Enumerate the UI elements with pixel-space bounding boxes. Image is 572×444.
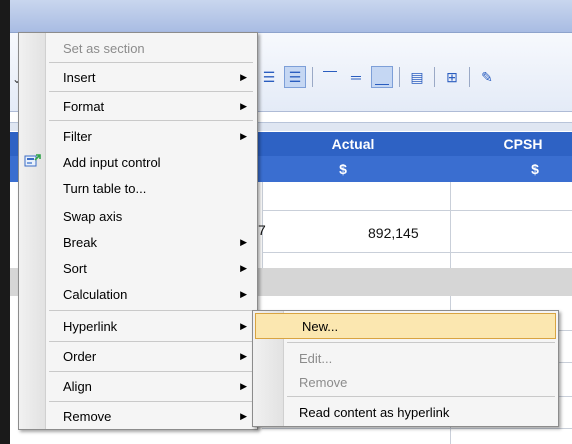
submenu-arrow-icon: ▶ bbox=[240, 262, 247, 273]
menu-separator bbox=[287, 342, 555, 343]
menu-item-label: Insert bbox=[63, 69, 96, 85]
menu-item-break[interactable]: Break ▶ bbox=[19, 229, 257, 255]
hyperlink-submenu: New... Edit... Remove Read content as hy… bbox=[252, 310, 559, 427]
row-divider bbox=[262, 428, 572, 429]
menu-item-label: Hyperlink bbox=[63, 318, 118, 334]
menu-item-filter[interactable]: Filter ▶ bbox=[19, 123, 257, 149]
context-menu: Set as section Insert ▶ Format ▶ Filter … bbox=[18, 32, 258, 430]
menu-item-calculation[interactable]: Calculation ▶ bbox=[19, 281, 257, 307]
submenu-item-new[interactable]: New... bbox=[255, 313, 556, 339]
wrap-text-icon[interactable]: ▤ bbox=[406, 66, 428, 88]
menu-separator bbox=[49, 91, 253, 92]
menu-item-order[interactable]: Order ▶ bbox=[19, 343, 257, 369]
toolbar-separator bbox=[469, 67, 470, 87]
table-cell-actual[interactable]: 892,145 bbox=[368, 225, 419, 241]
menu-item-set-as-section: Set as section bbox=[19, 35, 257, 61]
submenu-item-edit: Edit... bbox=[253, 345, 558, 371]
menu-separator bbox=[49, 62, 253, 63]
menu-item-label: Filter bbox=[63, 128, 92, 144]
valign-top-icon[interactable]: ⎺ bbox=[319, 66, 341, 88]
submenu-item-label: Remove bbox=[299, 374, 348, 390]
menu-separator bbox=[49, 310, 253, 311]
menu-item-label: Swap axis bbox=[63, 208, 123, 224]
submenu-arrow-icon: ▶ bbox=[240, 380, 247, 391]
row-divider bbox=[262, 210, 572, 211]
menu-item-align[interactable]: Align ▶ bbox=[19, 373, 257, 399]
column-divider bbox=[450, 182, 451, 268]
submenu-arrow-icon: ▶ bbox=[240, 236, 247, 247]
toolbar-separator bbox=[434, 67, 435, 87]
submenu-arrow-icon: ▶ bbox=[240, 100, 247, 111]
valign-bottom-icon[interactable]: ⎽ bbox=[371, 66, 393, 88]
header-cpsh[interactable]: CPSH bbox=[478, 136, 568, 152]
menu-item-add-input-control[interactable]: Add input control bbox=[19, 149, 257, 175]
title-bar bbox=[10, 0, 572, 33]
align-justify-active-icon[interactable]: ☰ bbox=[284, 66, 306, 88]
menu-item-label: Set as section bbox=[63, 40, 145, 56]
submenu-item-read-content-as-hyperlink[interactable]: Read content as hyperlink bbox=[253, 399, 558, 425]
menu-separator bbox=[49, 371, 253, 372]
header-actual[interactable]: Actual bbox=[308, 136, 398, 152]
submenu-arrow-icon: ▶ bbox=[240, 288, 247, 299]
submenu-item-label: Edit... bbox=[299, 350, 333, 366]
menu-item-label: Add input control bbox=[63, 154, 161, 170]
menu-separator bbox=[49, 401, 253, 402]
format-painter-icon[interactable]: ✎ bbox=[476, 66, 498, 88]
toolbar-separator bbox=[399, 67, 400, 87]
valign-middle-icon[interactable]: ═ bbox=[345, 66, 367, 88]
window-edge bbox=[0, 0, 10, 444]
submenu-arrow-icon: ▶ bbox=[240, 71, 247, 82]
menu-item-remove[interactable]: Remove ▶ bbox=[19, 403, 257, 429]
menu-item-format[interactable]: Format ▶ bbox=[19, 93, 257, 119]
toolbar-icons: ☰ ☰ ⎺ ═ ⎽ ▤ ⊞ ✎ bbox=[258, 64, 498, 90]
table-cell-partial[interactable]: 7 bbox=[258, 222, 266, 238]
submenu-item-label: New... bbox=[302, 318, 339, 334]
menu-separator bbox=[49, 341, 253, 342]
submenu-item-remove: Remove bbox=[253, 369, 558, 395]
merge-cells-icon[interactable]: ⊞ bbox=[441, 66, 463, 88]
menu-item-label: Break bbox=[63, 234, 97, 250]
align-justify-icon[interactable]: ☰ bbox=[258, 66, 280, 88]
subheader-actual-unit[interactable]: $ bbox=[308, 161, 378, 177]
menu-separator bbox=[287, 396, 555, 397]
submenu-item-label: Read content as hyperlink bbox=[299, 404, 450, 420]
submenu-arrow-icon: ▶ bbox=[240, 410, 247, 421]
menu-item-turn-table-to[interactable]: Turn table to... bbox=[19, 175, 257, 201]
menu-item-label: Calculation bbox=[63, 286, 128, 302]
submenu-arrow-icon: ▶ bbox=[240, 350, 247, 361]
menu-item-label: Align bbox=[63, 378, 92, 394]
report-window: ⌄ ☰ ☰ ⎺ ═ ⎽ ▤ ⊞ ✎ Actual CPSH $ $ 7 892,… bbox=[0, 0, 572, 444]
menu-item-hyperlink[interactable]: Hyperlink ▶ bbox=[19, 313, 257, 339]
menu-item-label: Format bbox=[63, 98, 105, 114]
submenu-arrow-icon: ▶ bbox=[240, 320, 247, 331]
toolbar-separator bbox=[312, 67, 313, 87]
menu-item-swap-axis[interactable]: Swap axis bbox=[19, 203, 257, 229]
input-control-icon bbox=[24, 154, 41, 167]
subheader-cpsh-unit[interactable]: $ bbox=[500, 161, 570, 177]
row-divider bbox=[262, 252, 572, 253]
menu-item-sort[interactable]: Sort ▶ bbox=[19, 255, 257, 281]
submenu-arrow-icon: ▶ bbox=[240, 130, 247, 141]
menu-item-label: Remove bbox=[63, 408, 112, 424]
menu-separator bbox=[49, 120, 253, 121]
menu-item-insert[interactable]: Insert ▶ bbox=[19, 64, 257, 90]
menu-item-label: Turn table to... bbox=[63, 180, 147, 196]
menu-item-label: Sort bbox=[63, 260, 87, 276]
menu-item-label: Order bbox=[63, 348, 97, 364]
